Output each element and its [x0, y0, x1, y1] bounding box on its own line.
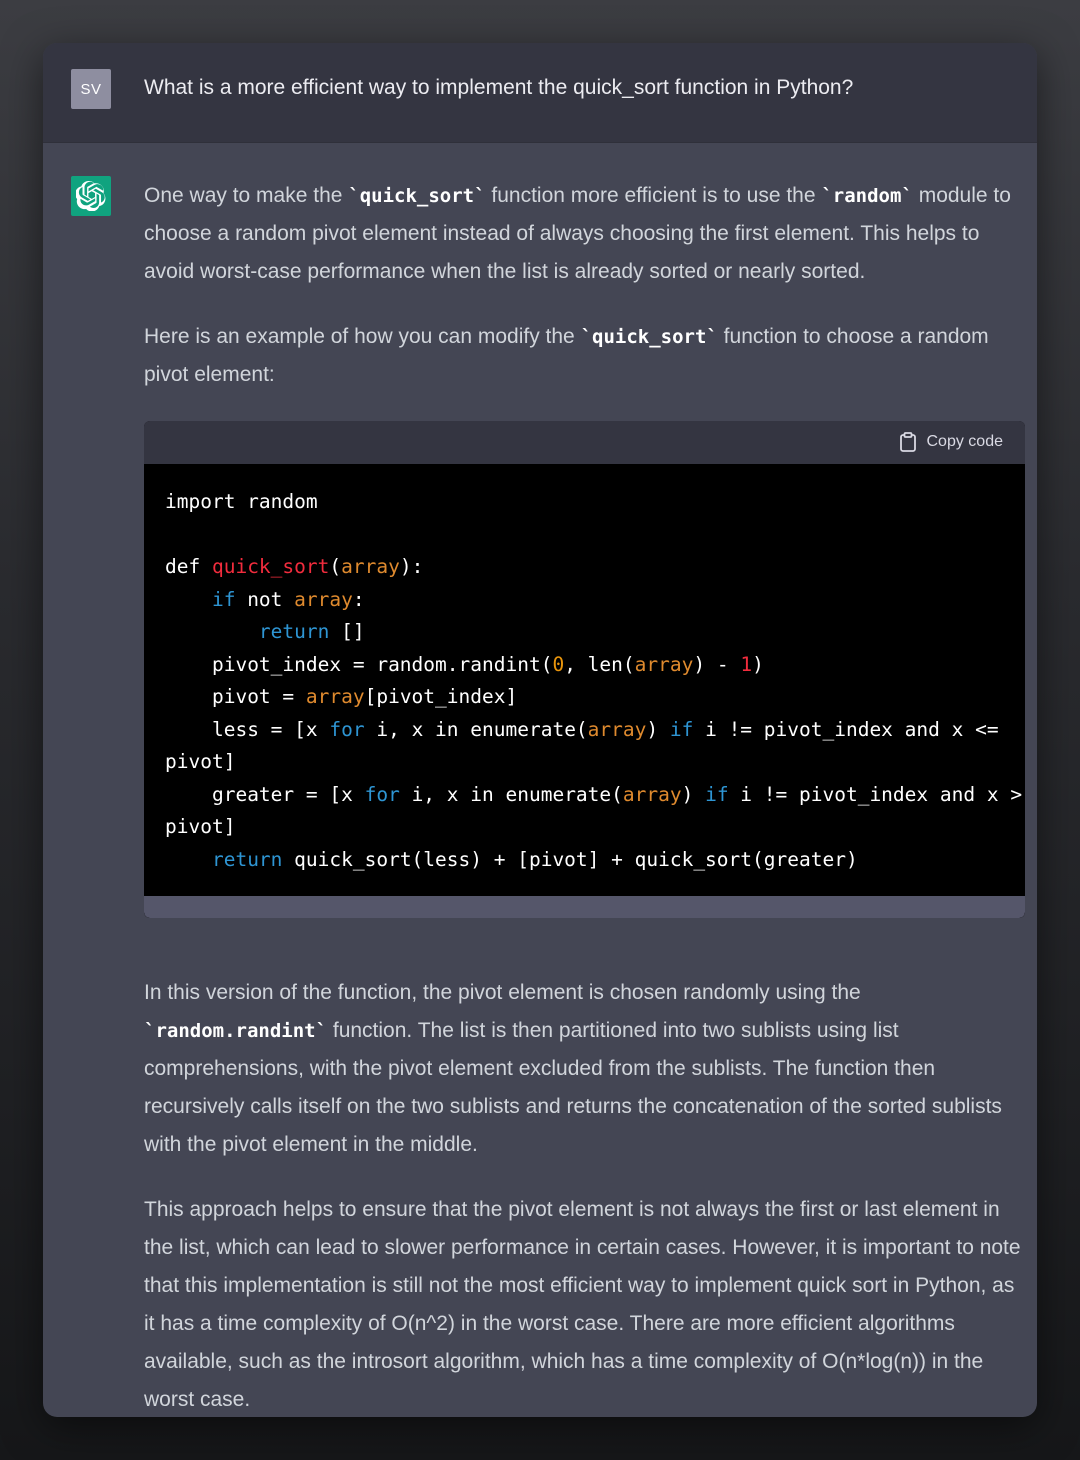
user-message-text: What is a more efficient way to implemen…: [144, 76, 854, 99]
assistant-paragraph-2: Here is an example of how you can modify…: [144, 325, 989, 386]
code-horizontal-scrollbar[interactable]: [144, 896, 1025, 918]
assistant-paragraph-3: In this version of the function, the piv…: [144, 981, 1002, 1156]
copy-code-label: Copy code: [926, 433, 1004, 450]
clipboard-icon: [899, 432, 916, 452]
user-avatar: SV: [71, 69, 111, 109]
scrollbar-thumb[interactable]: [144, 896, 1025, 918]
code-content[interactable]: import random def quick_sort(array): if …: [144, 464, 1025, 896]
inline-code: `random`: [821, 185, 913, 207]
inline-code: `quick_sort`: [580, 326, 718, 348]
copy-code-button[interactable]: Copy code: [899, 432, 1004, 452]
inline-code: `random.randint`: [144, 1020, 328, 1042]
code-block: Copy code import random def quick_sort(a…: [144, 421, 1025, 918]
assistant-paragraph-4: This approach helps to ensure that the p…: [144, 1198, 1021, 1411]
inline-code: `quick_sort`: [348, 185, 486, 207]
assistant-message-row: One way to make the `quick_sort` functio…: [43, 143, 1037, 1417]
assistant-paragraph-1: One way to make the `quick_sort` functio…: [144, 184, 1011, 283]
chat-window: SV What is a more efficient way to imple…: [43, 43, 1037, 1417]
code-block-header: Copy code: [144, 421, 1025, 464]
user-message-row: SV What is a more efficient way to imple…: [43, 43, 1037, 143]
